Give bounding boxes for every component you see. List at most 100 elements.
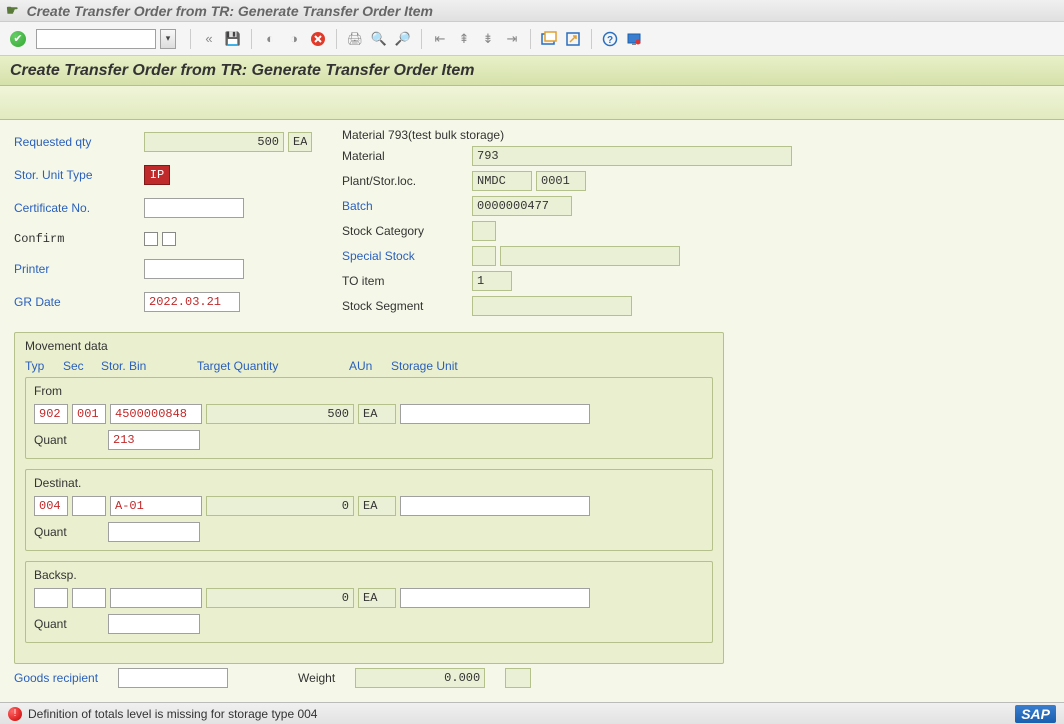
stock-category-label: Stock Category xyxy=(342,224,472,238)
from-sec[interactable] xyxy=(72,404,106,424)
find-icon: 🔍 xyxy=(369,29,389,49)
separator xyxy=(530,29,531,49)
movement-data-group: Movement data Typ Sec Stor. Bin Target Q… xyxy=(14,332,724,664)
material-header: Material 793(test bulk storage) xyxy=(342,128,792,142)
movement-data-title: Movement data xyxy=(25,339,713,353)
back-title: Backsp. xyxy=(34,568,704,582)
storage-loc-field xyxy=(536,171,586,191)
cancel-icon[interactable] xyxy=(308,29,328,49)
separator xyxy=(336,29,337,49)
goods-recipient-field[interactable] xyxy=(118,668,228,688)
back-qty[interactable] xyxy=(206,588,354,608)
from-title: From xyxy=(34,384,704,398)
back-quant[interactable] xyxy=(108,614,200,634)
plant-field xyxy=(472,171,532,191)
from-aun xyxy=(358,404,396,424)
from-quant[interactable] xyxy=(108,430,200,450)
special-stock-ref-field xyxy=(500,246,680,266)
material-label: Material xyxy=(342,149,472,163)
print-icon: 🖨 xyxy=(345,29,365,49)
goods-recipient-label: Goods recipient xyxy=(14,671,98,685)
weight-field xyxy=(355,668,485,688)
stock-segment-label: Stock Segment xyxy=(342,299,472,313)
back-group: Backsp. Quant xyxy=(25,561,713,643)
title-bar: ☛ Create Transfer Order from TR: Generat… xyxy=(0,0,1064,22)
exit-icon: ◑ xyxy=(284,29,304,49)
dest-bin[interactable] xyxy=(110,496,202,516)
last-page-icon: ⇥ xyxy=(502,29,522,49)
special-stock-label: Special Stock xyxy=(342,249,472,263)
first-page-icon: ⇤ xyxy=(430,29,450,49)
dest-quant[interactable] xyxy=(108,522,200,542)
back-bin[interactable] xyxy=(110,588,202,608)
window-title: Create Transfer Order from TR: Generate … xyxy=(27,3,433,19)
dest-aun xyxy=(358,496,396,516)
from-quant-label: Quant xyxy=(34,433,104,447)
dest-quant-label: Quant xyxy=(34,525,104,539)
confirm-checkbox-1[interactable] xyxy=(144,232,158,246)
hdr-storage-unit: Storage Unit xyxy=(391,359,581,373)
right-column: Material 793(test bulk storage) Material… xyxy=(342,128,792,316)
new-session-icon[interactable] xyxy=(539,29,559,49)
from-bin[interactable] xyxy=(110,404,202,424)
back-sec[interactable] xyxy=(72,588,106,608)
main-toolbar: ✔ ▾ « 💾 ◐ ◑ 🖨 🔍 🔎 ⇤ ⇞ ⇟ ⇥ ? xyxy=(0,22,1064,56)
printer-field[interactable] xyxy=(144,259,244,279)
shortcut-icon[interactable] xyxy=(563,29,583,49)
gr-date-label: GR Date xyxy=(14,295,144,309)
plant-loc-label: Plant/Stor.loc. xyxy=(342,174,472,188)
printer-label: Printer xyxy=(14,262,144,276)
special-stock-ind-field xyxy=(472,246,496,266)
screen-body: Requested qty Stor. Unit Type Certificat… xyxy=(0,120,1064,702)
confirm-checkbox-2[interactable] xyxy=(162,232,176,246)
back-icon[interactable]: « xyxy=(199,29,219,49)
command-dropdown[interactable]: ▾ xyxy=(160,29,176,49)
hdr-aun: AUn xyxy=(349,359,387,373)
stock-category-field xyxy=(472,221,496,241)
to-item-label: TO item xyxy=(342,274,472,288)
requested-qty-uom xyxy=(288,132,312,152)
sub-title: Create Transfer Order from TR: Generate … xyxy=(10,62,474,80)
app-toolbar xyxy=(0,86,1064,120)
help-icon[interactable]: ? xyxy=(600,29,620,49)
separator xyxy=(190,29,191,49)
svg-text:?: ? xyxy=(607,35,613,46)
gr-date-field[interactable] xyxy=(144,292,240,312)
hdr-target-qty: Target Quantity xyxy=(197,359,345,373)
separator xyxy=(251,29,252,49)
accept-icon[interactable]: ✔ xyxy=(10,31,26,47)
dest-typ[interactable] xyxy=(34,496,68,516)
next-page-icon: ⇟ xyxy=(478,29,498,49)
from-qty[interactable] xyxy=(206,404,354,424)
layout-icon[interactable] xyxy=(624,29,644,49)
footer-fields: Goods recipient Weight xyxy=(14,668,1050,688)
sap-logo: SAP xyxy=(1015,705,1056,723)
dest-qty[interactable] xyxy=(206,496,354,516)
status-message: Definition of totals level is missing fo… xyxy=(28,707,317,721)
prev-page-icon: ⇞ xyxy=(454,29,474,49)
separator xyxy=(591,29,592,49)
material-field xyxy=(472,146,792,166)
left-column: Requested qty Stor. Unit Type Certificat… xyxy=(14,128,312,316)
back-storage-unit[interactable] xyxy=(400,588,590,608)
to-item-field xyxy=(472,271,512,291)
requested-qty-field[interactable] xyxy=(144,132,284,152)
find-next-icon: 🔎 xyxy=(393,29,413,49)
error-icon: ! xyxy=(8,707,22,721)
dest-group: Destinat. Quant xyxy=(25,469,713,551)
back-aun xyxy=(358,588,396,608)
menu-icon[interactable]: ☛ xyxy=(6,2,19,19)
hdr-sec: Sec xyxy=(63,359,97,373)
certificate-no-field[interactable] xyxy=(144,198,244,218)
dest-sec[interactable] xyxy=(72,496,106,516)
from-storage-unit[interactable] xyxy=(400,404,590,424)
movement-headers: Typ Sec Stor. Bin Target Quantity AUn St… xyxy=(25,359,713,373)
stor-unit-type-field[interactable] xyxy=(144,165,170,185)
from-typ[interactable] xyxy=(34,404,68,424)
weight-label: Weight xyxy=(298,671,335,685)
command-field[interactable] xyxy=(36,29,156,49)
dest-storage-unit[interactable] xyxy=(400,496,590,516)
back-typ[interactable] xyxy=(34,588,68,608)
batch-field xyxy=(472,196,572,216)
stor-unit-type-label: Stor. Unit Type xyxy=(14,168,144,182)
